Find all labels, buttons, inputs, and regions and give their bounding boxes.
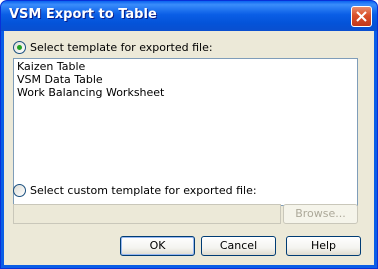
custom-template-radio-label[interactable]: Select custom template for exported file… [30, 184, 257, 197]
close-button[interactable] [351, 6, 372, 27]
window-title: VSM Export to Table [9, 7, 157, 22]
dialog-window: VSM Export to Table Select template for … [0, 0, 378, 269]
radio-selected-dot [17, 45, 22, 50]
list-item[interactable]: Work Balancing Worksheet [17, 86, 354, 99]
list-item[interactable]: VSM Data Table [17, 73, 354, 86]
custom-template-radio[interactable] [13, 184, 26, 197]
ok-button[interactable]: OK [120, 236, 195, 256]
title-bar[interactable]: VSM Export to Table [1, 1, 377, 31]
browse-button[interactable]: Browse... [283, 204, 358, 224]
list-item[interactable]: Kaizen Table [17, 60, 354, 73]
template-radio-label[interactable]: Select template for exported file: [30, 41, 213, 54]
dialog-body: Select template for exported file: Kaize… [4, 31, 374, 265]
help-button[interactable]: Help [286, 236, 361, 256]
custom-template-path-field[interactable] [13, 204, 281, 224]
close-icon [356, 11, 367, 22]
template-radio[interactable] [13, 41, 26, 54]
cancel-button[interactable]: Cancel [201, 236, 276, 256]
